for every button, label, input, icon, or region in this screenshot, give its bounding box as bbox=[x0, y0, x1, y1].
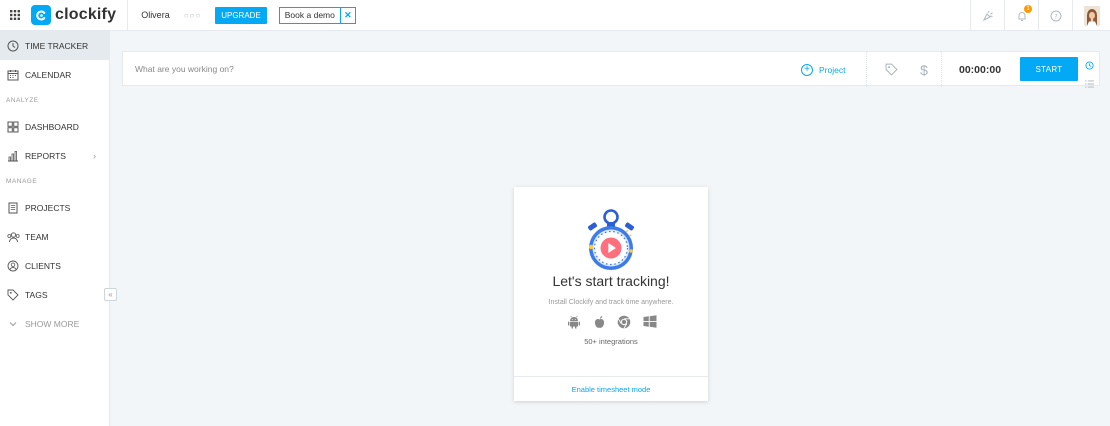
book-demo-link[interactable]: Book a demo bbox=[280, 10, 340, 20]
empty-state-title: Let's start tracking! bbox=[552, 273, 670, 289]
sidebar-item-label: REPORTS bbox=[25, 150, 66, 161]
sidebar-item-label: CALENDAR bbox=[25, 69, 72, 80]
sidebar-item-label: CLIENTS bbox=[25, 260, 61, 271]
sidebar-item-time-tracker[interactable]: TIME TRACKER bbox=[0, 31, 109, 60]
notification-badge: 1 bbox=[1024, 5, 1032, 13]
sidebar-item-dashboard[interactable]: DASHBOARD bbox=[0, 112, 109, 141]
show-more-label: SHOW MORE bbox=[25, 318, 80, 329]
billable-dollar-icon[interactable]: $ bbox=[916, 52, 932, 87]
sidebar-item-clients[interactable]: CLIENTS bbox=[0, 251, 109, 280]
time-tracker-bar: + Project $ 00:00:00 START bbox=[122, 51, 1100, 88]
whats-new-icon[interactable] bbox=[970, 0, 1004, 31]
tracker-divider bbox=[941, 52, 942, 87]
svg-text:?: ? bbox=[1054, 12, 1057, 20]
sidebar-item-tags[interactable]: TAGS bbox=[0, 280, 109, 309]
top-bar: clockify Olivera ○○○ UPGRADE Book a demo… bbox=[0, 0, 1110, 31]
sidebar-item-label: DASHBOARD bbox=[25, 121, 79, 132]
project-picker-button[interactable]: + Project bbox=[801, 52, 845, 87]
sidebar-item-reports[interactable]: REPORTS › bbox=[0, 141, 109, 170]
stopwatch-illustration-icon bbox=[585, 209, 637, 271]
upgrade-button[interactable]: UPGRADE bbox=[215, 6, 267, 24]
topbar-actions: 1 ? bbox=[970, 0, 1110, 31]
start-button[interactable]: START bbox=[1020, 57, 1078, 81]
app-logo[interactable]: clockify bbox=[31, 5, 116, 25]
document-icon bbox=[6, 201, 20, 215]
collapse-sidebar-icon[interactable]: « bbox=[104, 288, 117, 301]
dashboard-icon bbox=[6, 120, 20, 134]
profile-menu[interactable] bbox=[1072, 0, 1110, 31]
windows-icon[interactable] bbox=[643, 315, 657, 333]
topbar-divider bbox=[127, 0, 129, 31]
workspace-name[interactable]: Olivera bbox=[141, 10, 170, 20]
android-icon[interactable] bbox=[567, 315, 581, 334]
book-demo-banner: Book a demo ✕ bbox=[278, 6, 356, 24]
tag-picker-icon[interactable] bbox=[883, 52, 899, 87]
sidebar: TIME TRACKER CALENDAR ANALYZE DASHBOARD … bbox=[0, 31, 110, 426]
timer-mode-clock-icon[interactable] bbox=[1084, 57, 1094, 75]
sidebar-item-team[interactable]: TEAM bbox=[0, 222, 109, 251]
workspace-menu-icon[interactable]: ○○○ bbox=[184, 11, 202, 20]
sidebar-item-label: TEAM bbox=[25, 231, 49, 242]
manual-mode-list-icon[interactable] bbox=[1084, 75, 1094, 93]
notifications-icon[interactable]: 1 bbox=[1004, 0, 1038, 31]
bar-chart-icon bbox=[6, 149, 20, 163]
show-more-toggle[interactable]: SHOW MORE bbox=[0, 309, 109, 338]
analyze-heading: ANALYZE bbox=[6, 97, 39, 104]
sidebar-item-label: TIME TRACKER bbox=[25, 40, 89, 51]
app-name: clockify bbox=[55, 6, 117, 23]
timer-mode-toggle bbox=[1084, 57, 1094, 88]
tag-icon bbox=[6, 288, 20, 302]
chevron-right-icon: › bbox=[93, 150, 96, 161]
avatar bbox=[1083, 5, 1100, 26]
clockify-logo-icon bbox=[31, 5, 51, 25]
close-icon[interactable]: ✕ bbox=[339, 7, 355, 23]
clock-icon bbox=[6, 39, 20, 53]
platform-icons bbox=[567, 315, 657, 334]
manage-heading: MANAGE bbox=[6, 178, 38, 185]
enable-timesheet-link[interactable]: Enable timesheet mode bbox=[514, 377, 708, 401]
apps-grid-icon[interactable] bbox=[0, 0, 30, 31]
sidebar-item-label: TAGS bbox=[25, 289, 48, 300]
team-icon bbox=[6, 230, 20, 244]
chrome-icon[interactable] bbox=[617, 315, 631, 334]
integrations-link[interactable]: 50+ integrations bbox=[514, 337, 708, 346]
client-icon bbox=[6, 259, 20, 273]
empty-state-subtitle: Install Clockify and track time anywhere… bbox=[548, 299, 674, 306]
empty-state-card: Let's start tracking! Install Clockify a… bbox=[514, 187, 708, 401]
tracker-divider bbox=[866, 52, 867, 87]
description-input[interactable] bbox=[135, 63, 735, 74]
sidebar-item-calendar[interactable]: CALENDAR bbox=[0, 60, 109, 89]
add-circle-icon: + bbox=[801, 63, 813, 76]
timer-display[interactable]: 00:00:00 bbox=[959, 52, 1001, 87]
sidebar-item-projects[interactable]: PROJECTS bbox=[0, 193, 109, 222]
sidebar-item-label: PROJECTS bbox=[25, 202, 71, 213]
project-label: Project bbox=[819, 64, 846, 75]
apple-icon[interactable] bbox=[593, 315, 606, 334]
chevron-down-icon bbox=[6, 317, 20, 331]
help-icon[interactable]: ? bbox=[1038, 0, 1072, 31]
calendar-icon bbox=[6, 68, 20, 82]
